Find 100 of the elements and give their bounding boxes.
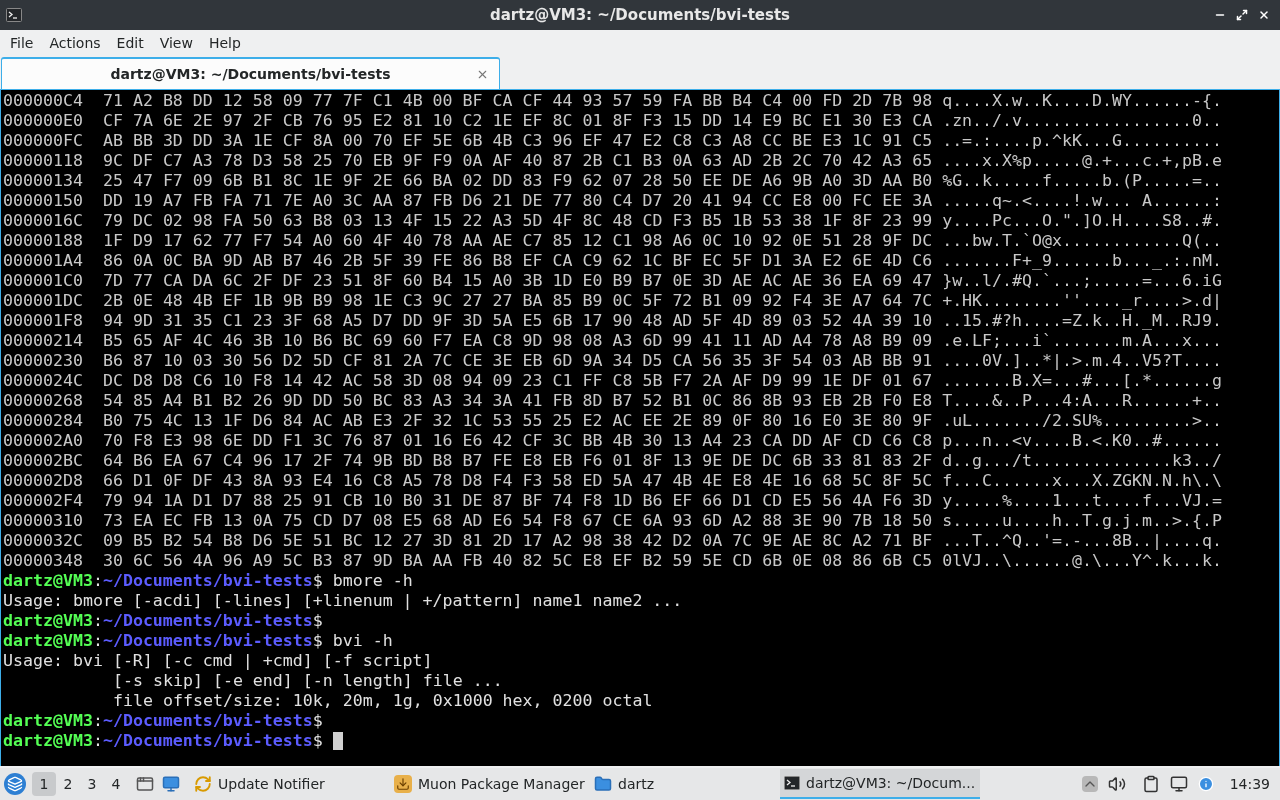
hex-address: 00000284	[3, 411, 83, 431]
hex-ascii: .......B.X=...#...[.*......g	[942, 371, 1222, 391]
prompt-user: dartz@VM3	[3, 571, 93, 591]
hex-address: 000002A0	[3, 431, 83, 451]
hex-bytes: 66 D1 0F DF 43 8A 93 E4 16 C8 A5 78 D8 F4 F3 58 ED 5A 47 4B 4E E8 4E 16 68 5C 8F 5C	[102, 471, 933, 491]
refresh-icon	[194, 775, 212, 793]
package-icon	[394, 775, 412, 793]
close-button[interactable]	[1258, 9, 1270, 21]
hex-ascii: ...bw.T.`O@x............Q(..	[942, 231, 1222, 251]
desktop-switcher[interactable]: 3	[80, 772, 104, 796]
hex-bytes: 64 B6 EA 67 C4 96 17 2F 74 9B BD B8 B7 FE E8 EB F6 01 8F 13 9E DE DC 6B 33 81 83 2F	[102, 451, 933, 471]
menu-item[interactable]: Actions	[41, 30, 109, 56]
hex-address: 00000310	[3, 511, 83, 531]
hex-ascii: .uL......./2.SU%.........>..	[942, 411, 1222, 431]
prompt-user: dartz@VM3	[3, 611, 93, 631]
prompt-user: dartz@VM3	[3, 711, 93, 731]
hex-bytes: 1F D9 17 62 77 F7 54 A0 60 4F 40 78 AA AE C7 85 12 C1 98 A6 0C 10 92 0E 51 28 9F DC	[102, 231, 933, 251]
desktop-switcher[interactable]: 1	[32, 772, 56, 796]
info-icon[interactable]	[1197, 776, 1214, 792]
hex-address: 00000150	[3, 191, 83, 211]
hex-ascii: ..=.:....p.^kK...G..........	[942, 131, 1222, 151]
volume-icon[interactable]	[1107, 775, 1126, 793]
desktop-switcher[interactable]: 2	[56, 772, 80, 796]
terminal-tab[interactable]: dartz@VM3: ~/Documents/bvi-tests	[1, 57, 500, 89]
hex-bytes: 79 94 1A D1 D7 88 25 91 CB 10 B0 31 DE 87 BF 74 F8 1D B6 EF 66 D1 CD E5 56 4A F6 3D	[102, 491, 933, 511]
hex-ascii: f...C......x...X.ZGKN.N.h\.\	[942, 471, 1222, 491]
hex-address: 000000FC	[3, 131, 83, 151]
command-text: bvi -h	[332, 631, 393, 651]
hex-ascii: ....0V.]..*|.>.m.4..V5?T....	[942, 351, 1222, 371]
menu-item[interactable]: Edit	[108, 30, 152, 56]
desktop-switcher[interactable]: 4	[104, 772, 128, 796]
hex-bytes: 30 6C 56 4A 96 A9 5C B3 87 9D BA AA FB 40 82 5C E8 EF B2 59 5E CD 6B 0E 08 86 6B C5	[102, 551, 933, 571]
prompt-separator: :	[92, 711, 103, 731]
clock[interactable]: 14:39	[1223, 773, 1276, 795]
hex-ascii: T....&..P...4:A...R......+..	[942, 391, 1222, 411]
hex-address: 00000268	[3, 391, 83, 411]
prompt-separator: :	[92, 611, 103, 631]
hex-ascii: 0lVJ..\......@.\...Y^.k...k.	[942, 551, 1222, 571]
prompt-separator: :	[92, 731, 103, 751]
taskbar-button[interactable]: dartz@VM3: ~/Docum...	[780, 769, 980, 799]
maximize-button[interactable]	[1236, 9, 1248, 21]
hex-address: 000000C4	[3, 91, 83, 111]
menu-item[interactable]: Help	[200, 30, 249, 56]
hex-ascii: .e.LF;...i`.......m.A...x...	[942, 331, 1222, 351]
hex-ascii: y....Pc...O.".]O.H....S8..#.	[942, 211, 1222, 231]
hex-address: 00000188	[3, 231, 83, 251]
hex-address: 000001C0	[3, 271, 83, 291]
hex-bytes: 9C DF C7 A3 78 D3 58 25 70 EB 9F F9 0A AF 40 87 2B C1 B3 0A 63 AD 2B 2C 70 42 A3 65	[102, 151, 933, 171]
prompt-symbol: $	[312, 711, 323, 731]
hex-bytes: B5 65 AF 4C 46 3B 10 B6 BC 69 60 F7 EA C8 9D 98 08 A3 6D 99 41 11 AD A4 78 A8 B9 09	[102, 331, 933, 351]
prompt-path: ~/Documents/bvi-tests	[102, 611, 313, 631]
hex-bytes: AB BB 3D DD 3A 1E CF 8A 00 70 EF 5E 6B 4B C3 96 EF 47 E2 C8 C3 A8 CC BE E3 1C 91 C5	[102, 131, 933, 151]
clipboard-icon[interactable]	[1141, 775, 1160, 793]
hex-ascii: .......F+_9......b..._.:.nM.	[942, 251, 1222, 271]
hex-bytes: 2B 0E 48 4B EF 1B 9B B9 98 1E C3 9C 27 27 BA 85 B9 0C 5F 72 B1 09 92 F4 3E A7 64 7C	[102, 291, 933, 311]
hex-ascii: ....x.X%p.....@.+...c.+,pB.e	[942, 151, 1222, 171]
hex-bytes: B0 75 4C 13 1F D6 84 AC AB E3 2F 32 1C 53 55 25 E2 AC EE 2E 89 0F 80 16 E0 3E 80 9F	[102, 411, 933, 431]
hex-ascii: q....X.w..K....D.WY......-{.	[942, 91, 1222, 111]
hex-bytes: 70 F8 E3 98 6E DD F1 3C 76 87 01 16 E6 42 CF 3C BB 4B 30 13 A4 23 CA DD AF CD C6 C8	[102, 431, 933, 451]
hex-bytes: 73 EA EC FB 13 0A 75 CD D7 08 E5 68 AD E6 54 F8 67 CE 6A 93 6D A2 88 3E 90 7B 18 50	[102, 511, 933, 531]
prompt-user: dartz@VM3	[3, 631, 93, 651]
hex-address: 000002D8	[3, 471, 83, 491]
terminal-area[interactable]	[0, 90, 1280, 766]
prompt-user: dartz@VM3	[3, 731, 93, 751]
prompt-path: ~/Documents/bvi-tests	[102, 711, 313, 731]
terminal-icon	[784, 775, 800, 791]
hex-ascii: d..g.../t..............k3../	[942, 451, 1222, 471]
taskbar-button[interactable]: Muon Package Manager	[390, 769, 590, 799]
prompt-separator: :	[92, 631, 103, 651]
menu-item[interactable]: View	[151, 30, 201, 56]
hex-bytes: B6 87 10 03 30 56 D2 5D CF 81 2A 7C CE 3E EB 6D 9A 34 D5 CA 56 35 3F 54 03 AB BB 91	[102, 351, 933, 371]
start-menu-icon[interactable]	[4, 773, 26, 795]
hex-address: 00000214	[3, 331, 83, 351]
prompt-path: ~/Documents/bvi-tests	[102, 631, 313, 651]
hex-bytes: 71 A2 B8 DD 12 58 09 77 7F C1 4B 00 BF CA CF 44 93 57 59 FA BB B4 C4 00 FD 2D 7B 98	[102, 91, 933, 111]
command-text: bmore -h	[332, 571, 413, 591]
folder-icon	[594, 775, 612, 793]
hex-bytes: 25 47 F7 09 6B B1 8C 1E 9F 2E 66 BA 02 DD 83 F9 62 07 28 50 EE DE A6 9B A0 3D AA B0	[102, 171, 933, 191]
prompt-path: ~/Documents/bvi-tests	[102, 571, 313, 591]
hex-ascii: +.HK........''...._r....>.d|	[942, 291, 1222, 311]
hex-ascii: }w..l/.#Q.`...;.....=...6.iG	[942, 271, 1222, 291]
hex-bytes: 09 B5 B2 54 B8 D6 5E 51 BC 12 27 3D 81 2D 17 A2 98 38 42 D2 0A 7C 9E AE 8C A2 71 BF	[102, 531, 933, 551]
hex-ascii: y.....%....1...t....f...VJ.=	[942, 491, 1222, 511]
hex-address: 000001F8	[3, 311, 83, 331]
taskbar-button[interactable]: Update Notifier	[190, 769, 390, 799]
prompt-path: ~/Documents/bvi-tests	[102, 731, 313, 751]
hex-address: 0000016C	[3, 211, 83, 231]
hex-bytes: CF 7A 6E 2E 97 2F CB 76 95 E2 81 10 C2 1E EF 8C 01 8F F3 15 DD 14 E9 BC E1 30 E3 CA	[102, 111, 933, 131]
hex-address: 0000024C	[3, 371, 83, 391]
hex-bytes: 94 9D 31 35 C1 23 3F 68 A5 D7 DD 9F 3D 5A E5 6B 17 90 48 AD 5F 4D 89 03 52 4A 39 10	[102, 311, 933, 331]
terminal-icon	[6, 7, 22, 23]
prompt-symbol: $	[312, 611, 323, 631]
hex-ascii: .zn../.v.................0..	[942, 111, 1222, 131]
taskbar-button[interactable]: dartz	[590, 769, 780, 799]
tray-expand-icon[interactable]	[1081, 776, 1098, 792]
close-icon	[1258, 9, 1270, 21]
menu-item[interactable]: File	[2, 30, 42, 56]
hex-address: 000002BC	[3, 451, 83, 471]
hex-ascii: %G..k.....f.....b.(P.....=..	[942, 171, 1222, 191]
hex-address: 00000134	[3, 171, 83, 191]
